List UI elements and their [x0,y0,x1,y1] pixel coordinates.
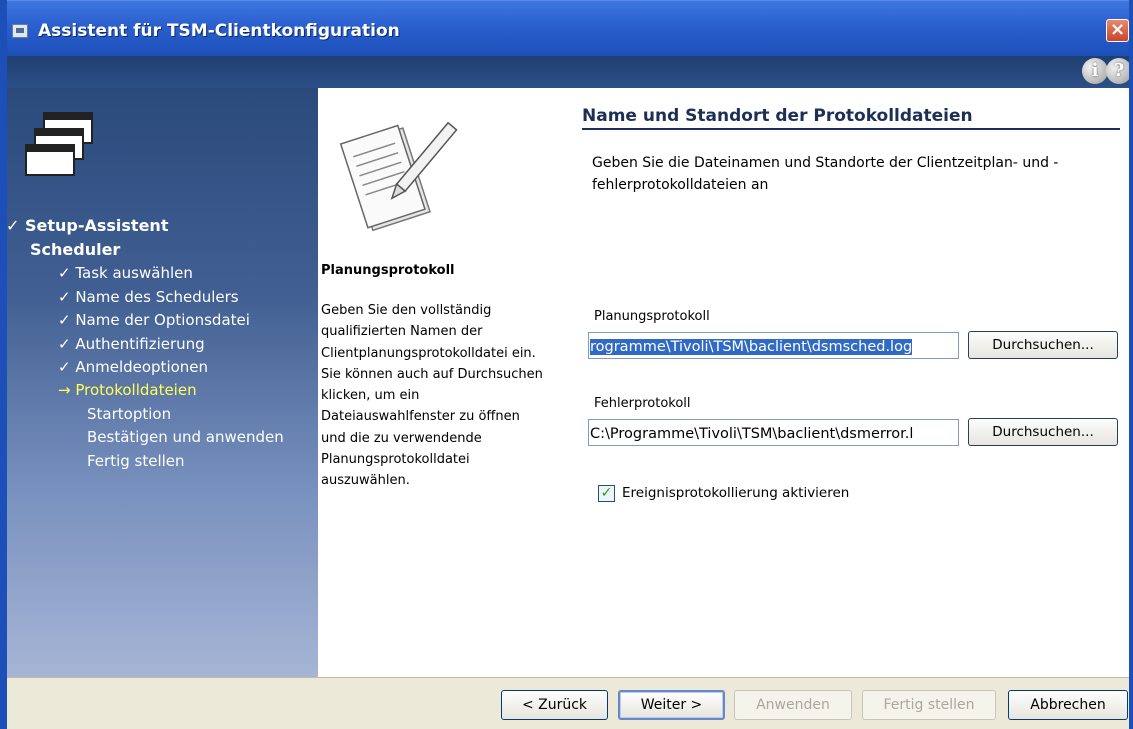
step-fertig-stellen: Fertig stellen [87,452,185,470]
step-name-des-schedulers: ✓ Name des Schedulers [58,288,239,306]
close-icon[interactable]: × [1106,19,1129,42]
step-anmeldeoptionen: ✓ Anmeldeoptionen [58,358,209,376]
step-task-auswaehlen: ✓ Task auswählen [58,264,193,282]
error-log-value: C:\Programme\Tivoli\TSM\baclient\dsmerro… [590,426,914,442]
next-button[interactable]: Weiter > [618,690,725,720]
apply-button[interactable]: Anwenden [734,690,852,720]
schedule-log-label: Planungsprotokoll [594,309,710,324]
description-title: Planungsprotokoll [321,263,455,278]
finish-button[interactable]: Fertig stellen [862,690,996,720]
event-logging-checkbox[interactable]: ✓ [598,485,615,502]
main-content: Name und Standort der Protokolldateien G… [570,88,1133,677]
browse-schedule-log-button[interactable]: Durchsuchen... [968,331,1118,359]
window-left-border [0,0,7,729]
description-panel: Planungsprotokoll Geben Sie den vollstän… [318,88,570,677]
step-bestaetigen-und-anwenden: Bestätigen und anwenden [87,428,284,446]
wizard-steps-panel: ✓ Setup-Assistent Scheduler ✓ Task auswä… [0,88,318,677]
notepad-pencil-icon [339,121,458,232]
button-bar: < Zurück Weiter > Anwenden Fertig stelle… [0,677,1133,729]
step-scheduler: Scheduler [30,240,121,259]
help-strip: i ? [0,56,1133,88]
page-title: Name und Standort der Protokolldateien [582,106,1120,130]
step-protokolldateien: → Protokolldateien [58,381,197,399]
error-log-input[interactable]: C:\Programme\Tivoli\TSM\baclient\dsmerro… [588,419,959,446]
step-setup-assistent: ✓ Setup-Assistent [6,216,169,235]
description-text: Geben Sie den vollständig qualifizierten… [321,303,543,489]
error-log-label: Fehlerprotokoll [594,396,691,411]
window-right-border [1129,0,1133,729]
page-subtitle: Geben Sie die Dateinamen und Standorte d… [592,155,1059,193]
step-authentifizierung: ✓ Authentifizierung [58,335,205,353]
event-logging-label[interactable]: Ereignisprotokollierung aktivieren [622,485,849,501]
step-name-der-optionsdatei: ✓ Name der Optionsdatei [58,311,250,329]
cancel-button[interactable]: Abbrechen [1008,690,1128,720]
info-icon[interactable]: i [1082,58,1108,84]
back-button[interactable]: < Zurück [501,690,608,720]
title-bar: Assistent für TSM-Clientkonfiguration × [0,0,1133,56]
schedule-log-input[interactable]: rogramme\Tivoli\TSM\baclient\dsmsched.lo… [588,332,959,359]
browse-error-log-button[interactable]: Durchsuchen... [968,418,1118,446]
schedule-log-value: rogramme\Tivoli\TSM\baclient\dsmsched.lo… [590,339,913,355]
step-startoption: Startoption [87,405,172,423]
wizard-windows-icon [25,112,95,180]
app-icon [12,24,28,38]
window-title: Assistent für TSM-Clientkonfiguration [38,21,400,41]
